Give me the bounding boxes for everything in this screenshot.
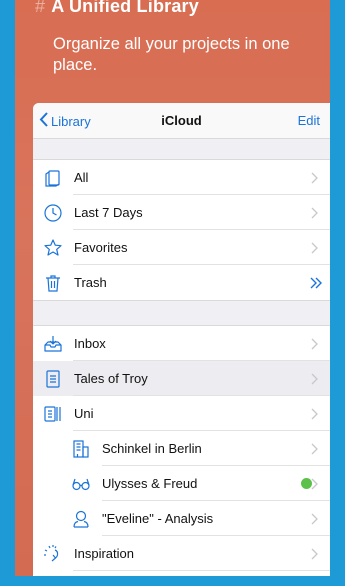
chevron-right-icon	[310, 241, 330, 259]
navigation-bar: Library iCloud Edit	[33, 103, 330, 139]
building-icon	[71, 439, 91, 459]
trash-icon	[43, 273, 63, 293]
list-item-tales-of-troy[interactable]: Tales of Troy	[33, 361, 330, 396]
list-item-uni[interactable]: Uni	[33, 396, 330, 431]
list-item-label: Last 7 Days	[74, 205, 143, 220]
list-item-label: Tales of Troy	[74, 371, 148, 386]
double-chevron-right-icon[interactable]	[310, 276, 330, 294]
clock-icon	[43, 203, 63, 223]
chevron-right-icon	[310, 171, 330, 189]
person-icon	[71, 509, 91, 529]
lightbulb-icon	[43, 544, 63, 564]
inbox-icon	[43, 334, 63, 354]
section-spacer	[33, 139, 330, 160]
chevron-right-icon	[310, 512, 330, 530]
list-item-label: Favorites	[74, 240, 128, 255]
list-item-inbox[interactable]: Inbox	[33, 326, 330, 361]
list-item-label: Ulysses & Freud	[102, 476, 198, 491]
group-icon	[43, 404, 63, 424]
chevron-right-icon	[310, 442, 330, 460]
list-item-inspiration[interactable]: Inspiration	[33, 536, 330, 571]
chevron-right-icon	[310, 547, 330, 565]
list-item-label: All	[74, 170, 89, 185]
list-item-favorites[interactable]: Favorites	[33, 230, 330, 265]
hash-mark: #	[35, 0, 46, 16]
list-item-label: Schinkel in Berlin	[102, 441, 202, 456]
chevron-right-icon	[310, 477, 330, 495]
list-item-all[interactable]: All	[33, 160, 330, 195]
section-spacer	[33, 300, 330, 326]
star-icon	[43, 238, 63, 258]
chevron-right-icon	[310, 407, 330, 425]
list-item-last-7-days[interactable]: Last 7 Days	[33, 195, 330, 230]
app-frame: # A Unified Library Organize all your pro…	[15, 0, 330, 576]
list-item-label: Uni	[74, 406, 94, 421]
sheets-icon	[43, 168, 63, 188]
document-icon	[43, 369, 63, 389]
chevron-right-icon	[310, 372, 330, 390]
list-item-schinkel-in-berlin[interactable]: Schinkel in Berlin	[33, 431, 330, 466]
chevron-right-icon	[310, 206, 330, 224]
chevron-right-icon	[310, 337, 330, 355]
edit-button[interactable]: Edit	[298, 113, 320, 128]
list-item-eveline-analysis[interactable]: "Eveline" - Analysis	[33, 501, 330, 536]
list-item-label: "Eveline" - Analysis	[102, 511, 214, 526]
hero-title-text: A Unified Library	[51, 0, 199, 16]
glasses-icon	[71, 474, 91, 494]
list-item-label: Inbox	[74, 336, 106, 351]
list-item-ulysses-freud[interactable]: Ulysses & Freud	[33, 466, 330, 501]
hero-subtitle: Organize all your projects in one place.	[53, 35, 290, 74]
library-panel: Library iCloud Edit All Last 7 Days Favo…	[33, 103, 330, 576]
list-item-label: Trash	[74, 275, 107, 290]
list-item-trash[interactable]: Trash	[33, 265, 330, 300]
hero-title: # A Unified Library	[35, 0, 199, 17]
list-item-label: Inspiration	[74, 546, 134, 561]
nav-title: iCloud	[161, 113, 202, 128]
